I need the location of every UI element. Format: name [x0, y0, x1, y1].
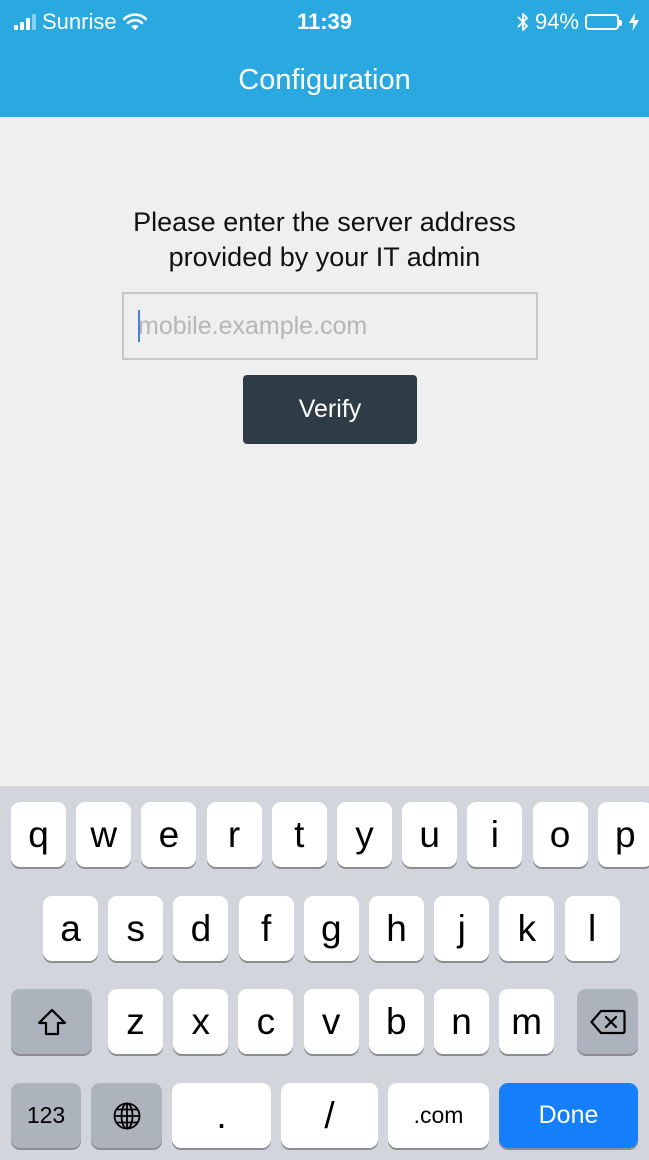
key-w[interactable]: w — [76, 802, 132, 867]
charging-icon — [629, 13, 639, 31]
text-cursor — [138, 310, 140, 342]
key-m[interactable]: m — [499, 989, 555, 1054]
prompt-line-1: Please enter the server address — [133, 207, 516, 237]
prompt-line-2: provided by your IT admin — [168, 242, 481, 272]
key-z[interactable]: z — [108, 989, 163, 1054]
status-right: 94% — [517, 8, 639, 36]
key-v[interactable]: v — [303, 989, 359, 1054]
keyboard: 123 . / .com Done qwertyuiop asdfghjkl zxc… — [0, 786, 649, 1160]
verify-button[interactable]: Verify — [243, 375, 417, 444]
key-b[interactable]: b — [368, 989, 424, 1054]
battery-icon — [585, 14, 622, 30]
key-x[interactable]: x — [173, 989, 229, 1054]
header: Sunrise 11:39 94% Configuration — [0, 0, 649, 117]
shift-icon — [37, 1008, 66, 1035]
battery-percent: 94% — [534, 9, 579, 34]
key-k[interactable]: k — [499, 896, 555, 961]
period-key[interactable]: . — [172, 1083, 271, 1148]
key-j[interactable]: j — [434, 896, 490, 961]
done-key[interactable]: Done — [499, 1083, 638, 1148]
key-r[interactable]: r — [206, 802, 262, 867]
globe-icon — [113, 1102, 140, 1129]
numbers-key[interactable]: 123 — [11, 1083, 81, 1148]
key-g[interactable]: g — [303, 896, 359, 961]
key-y[interactable]: y — [337, 802, 392, 867]
bluetooth-icon — [517, 13, 528, 31]
key-n[interactable]: n — [434, 989, 489, 1054]
key-t[interactable]: t — [271, 802, 327, 867]
key-l[interactable]: l — [564, 896, 620, 961]
shift-key[interactable] — [11, 989, 92, 1054]
key-s[interactable]: s — [108, 896, 164, 961]
key-q[interactable]: q — [11, 802, 66, 867]
key-i[interactable]: i — [467, 802, 523, 867]
globe-key[interactable] — [91, 1083, 162, 1148]
server-address-input[interactable] — [122, 292, 538, 360]
key-h[interactable]: h — [369, 896, 424, 961]
slash-key[interactable]: / — [281, 1083, 378, 1148]
key-a[interactable]: a — [43, 896, 98, 961]
key-f[interactable]: f — [238, 896, 294, 961]
key-d[interactable]: d — [173, 896, 229, 961]
page-title: Configuration — [238, 64, 411, 96]
key-u[interactable]: u — [402, 802, 458, 867]
configuration-screen: Sunrise 11:39 94% Configuration Please e… — [0, 0, 649, 1160]
backspace-icon — [589, 1009, 626, 1034]
key-c[interactable]: c — [238, 989, 294, 1054]
backspace-key[interactable] — [577, 989, 638, 1054]
dotcom-key[interactable]: .com — [388, 1083, 489, 1148]
key-o[interactable]: o — [532, 802, 588, 867]
key-p[interactable]: p — [597, 802, 649, 867]
status-bar: Sunrise 11:39 94% — [0, 0, 649, 42]
server-prompt: Please enter the server address provided… — [60, 205, 589, 275]
key-e[interactable]: e — [141, 802, 197, 867]
